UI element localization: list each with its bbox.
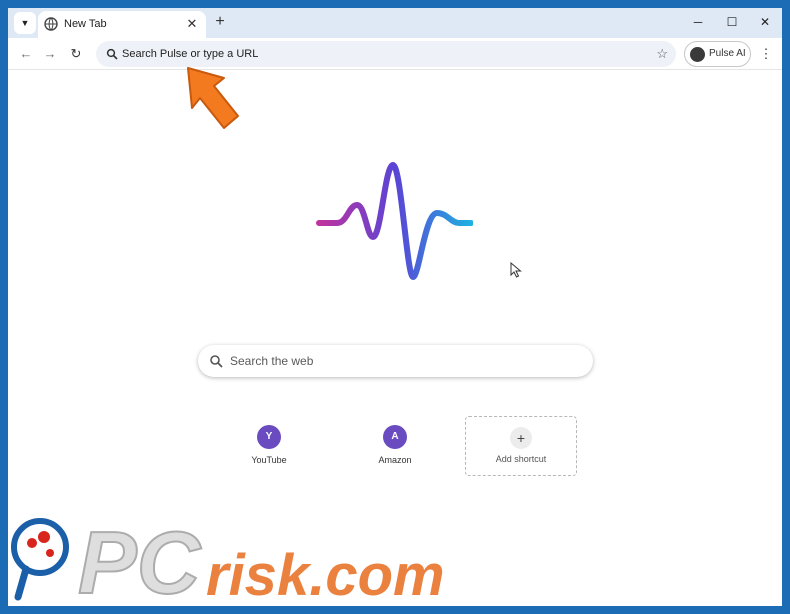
tab-strip: ▼ New Tab ✕ + ─ ☐ ✕ — [8, 8, 782, 38]
shortcut-amazon[interactable]: A Amazon — [339, 416, 451, 476]
pcrisk-watermark-logo: PC risk.com — [11, 513, 445, 605]
orange-arrow-icon — [187, 67, 239, 129]
close-window-button[interactable]: ✕ — [755, 13, 775, 31]
browser-toolbar: ← → ↻ ☆ Pulse AI ⋮ — [8, 38, 782, 70]
reload-icon[interactable]: ↻ — [67, 45, 85, 63]
back-arrow-icon[interactable]: ← — [17, 45, 35, 63]
address-bar[interactable]: ☆ — [96, 41, 676, 67]
chevron-down-icon: ▼ — [20, 18, 30, 28]
shortcut-youtube[interactable]: Y YouTube — [213, 416, 325, 476]
mouse-cursor-icon — [510, 262, 522, 278]
web-search-box[interactable] — [198, 345, 593, 377]
forward-arrow-icon[interactable]: → — [41, 45, 59, 63]
tab-title: New Tab — [64, 18, 107, 30]
pulse-logo-icon — [316, 162, 473, 280]
kebab-menu-icon[interactable]: ⋮ — [758, 45, 774, 63]
tab-search-button[interactable]: ▼ — [14, 12, 36, 34]
pulse-ai-label: Pulse AI — [709, 48, 746, 59]
address-input[interactable] — [122, 45, 622, 63]
add-shortcut-button[interactable]: + Add shortcut — [465, 416, 577, 476]
new-tab-button[interactable]: + — [211, 13, 229, 31]
web-search-input[interactable] — [230, 352, 570, 370]
maximize-button[interactable]: ☐ — [722, 13, 742, 31]
youtube-avatar-icon: Y — [257, 425, 281, 449]
close-tab-icon[interactable]: ✕ — [184, 16, 200, 32]
shortcut-label: Amazon — [378, 455, 412, 465]
pulse-ai-icon — [690, 47, 705, 62]
minimize-button[interactable]: ─ — [688, 13, 708, 31]
search-icon — [106, 48, 118, 60]
search-icon — [210, 355, 223, 368]
pulse-ai-button[interactable]: Pulse AI — [684, 41, 751, 67]
add-shortcut-label: Add shortcut — [495, 454, 547, 464]
shortcut-label: YouTube — [251, 455, 287, 465]
plus-icon: + — [510, 427, 532, 449]
bookmark-star-icon[interactable]: ☆ — [656, 46, 668, 62]
amazon-avatar-icon: A — [383, 425, 407, 449]
globe-icon — [44, 17, 58, 31]
svg-text:PC: PC — [78, 513, 202, 605]
svg-text:risk.com: risk.com — [206, 543, 445, 605]
tab-new-tab[interactable]: New Tab ✕ — [38, 11, 206, 38]
